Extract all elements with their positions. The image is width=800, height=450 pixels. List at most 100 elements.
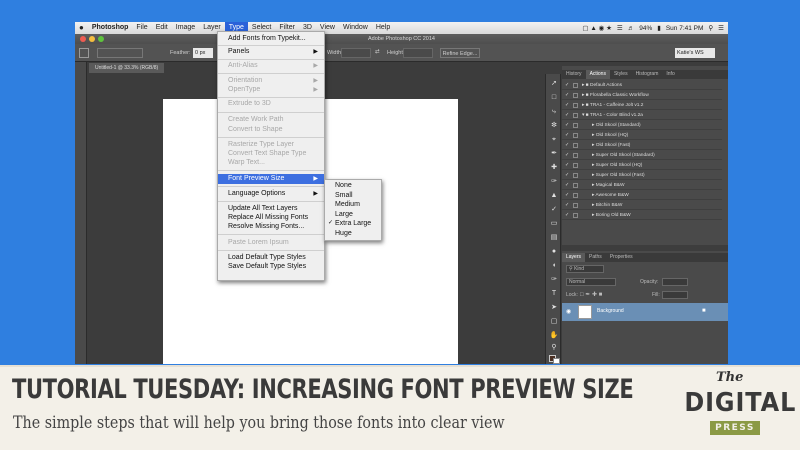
fill-input[interactable] xyxy=(662,291,688,299)
tab-layers[interactable]: Layers xyxy=(562,253,586,262)
blend-mode-select[interactable]: Normal xyxy=(566,278,616,286)
workspace-switcher[interactable]: Katie's WS xyxy=(675,48,715,58)
background-color-swatch[interactable] xyxy=(553,358,560,364)
left-tool-panel xyxy=(75,62,87,364)
action-row[interactable]: ✓ ▸ ■ Default Actions xyxy=(562,81,722,90)
layer-filter-kind[interactable]: ⚲ Kind xyxy=(566,265,604,273)
type-tool-icon[interactable]: T xyxy=(549,290,559,298)
minimize-window-button[interactable] xyxy=(89,36,95,42)
path-select-tool-icon[interactable]: ➤ xyxy=(549,304,559,312)
tab-actions[interactable]: Actions xyxy=(585,70,610,79)
tab-info[interactable]: Info xyxy=(662,70,678,79)
action-row[interactable]: ✓ ▸ ■ Florabella Classic Workflow xyxy=(562,91,722,100)
width-input[interactable] xyxy=(341,48,371,58)
move-tool-icon[interactable]: ➚ xyxy=(549,80,559,88)
tab-histogram[interactable]: Histogram xyxy=(632,70,663,79)
menu-edit[interactable]: Edit xyxy=(152,22,172,34)
action-row[interactable]: ✓ ▸ Magical B&W xyxy=(562,181,722,190)
close-window-button[interactable] xyxy=(80,36,86,42)
action-row[interactable]: ✓ ▸ Old Skool (HQ) xyxy=(562,131,722,140)
tab-paths[interactable]: Paths xyxy=(585,253,606,262)
action-row[interactable]: ✓ ▸ Super Old Skool (Fast) xyxy=(562,171,722,180)
marquee-tool-preset-icon[interactable] xyxy=(79,48,89,58)
lock-icons[interactable]: □ ✒ ✚ ■ xyxy=(580,291,602,298)
mac-menubar: ● Photoshop File Edit Image Layer Type S… xyxy=(75,22,728,34)
opacity-input[interactable] xyxy=(662,278,688,286)
menu-item-extrude-3d: Extrude to 3D xyxy=(228,100,271,107)
gradient-tool-icon[interactable]: ▤ xyxy=(549,234,559,242)
menu-item-save-type-styles[interactable]: Save Default Type Styles xyxy=(218,262,324,272)
menu-item-opentype: OpenType ▶ xyxy=(228,86,318,93)
visibility-eye-icon[interactable]: ◉ xyxy=(566,308,571,315)
swap-dimensions-icon[interactable]: ⇄ xyxy=(375,49,380,55)
action-row[interactable]: ✓ ▸ Old Skool (Fast) xyxy=(562,141,722,150)
blur-tool-icon[interactable]: ● xyxy=(549,248,559,256)
status-icons[interactable]: ▢ ▲ ◉ ★ xyxy=(582,24,612,32)
selection-mode-icons[interactable] xyxy=(97,48,143,58)
tab-history[interactable]: History xyxy=(562,70,586,79)
submenu-item-none[interactable]: None xyxy=(325,181,381,191)
action-row[interactable]: ✓ ▸ Super Old Skool (HQ) xyxy=(562,161,722,170)
zoom-window-button[interactable] xyxy=(98,36,104,42)
action-row[interactable]: ✓ ▸ Old Skool (Standard) xyxy=(562,121,722,130)
submenu-item-small[interactable]: Small xyxy=(325,191,381,201)
action-row[interactable]: ✓ ▸ Awesome B&W xyxy=(562,191,722,200)
layer-row-background[interactable]: ◉ Background ■ xyxy=(562,303,728,321)
stamp-tool-icon[interactable]: ▲ xyxy=(549,192,559,200)
action-row[interactable]: ✓ ▸ Boring Old B&W xyxy=(562,211,722,220)
volume-icon[interactable]: ♬ xyxy=(628,25,635,32)
crop-tool-icon[interactable]: ⌖ xyxy=(549,136,559,144)
menu-image[interactable]: Image xyxy=(172,22,199,34)
pen-tool-icon[interactable]: ✑ xyxy=(549,276,559,284)
action-row[interactable]: ✓ ▸ Super Old Skool (Standard) xyxy=(562,151,722,160)
menu-item-font-preview-size[interactable]: Font Preview Size ▶ xyxy=(218,174,324,184)
action-row[interactable]: ✓ ▸ ■ TRA1 - Caffeine Jolt v1.2 xyxy=(562,101,722,110)
submenu-item-large[interactable]: Large xyxy=(325,210,381,220)
history-brush-tool-icon[interactable]: ✓ xyxy=(549,206,559,214)
menu-window[interactable]: Window xyxy=(339,22,372,34)
wifi-icon[interactable]: ☰ xyxy=(617,24,623,32)
menu-item-convert-to-shape: Convert to Shape xyxy=(228,126,283,133)
submenu-item-medium[interactable]: Medium xyxy=(325,200,381,210)
menu-app-name[interactable]: Photoshop xyxy=(88,22,133,34)
menu-help[interactable]: Help xyxy=(372,22,394,34)
options-bar: Feather: 0 px Width: ⇄ Height: Refine Ed… xyxy=(75,44,728,62)
menu-item-language-options[interactable]: Language Options ▶ xyxy=(218,189,324,199)
hand-tool-icon[interactable]: ✋ xyxy=(549,332,559,340)
action-row[interactable]: ✓ ▾ ■ TRA1 - Color Blind v1.2a xyxy=(562,111,722,120)
search-icon[interactable]: ⚲ xyxy=(708,24,713,32)
notifications-icon[interactable]: ☰ xyxy=(718,24,724,32)
tab-properties[interactable]: Properties xyxy=(606,253,637,262)
submenu-item-extra-large[interactable]: ✓ Extra Large xyxy=(325,219,381,229)
menubar-clock[interactable]: Sun 7:41 PM xyxy=(666,25,704,32)
document-tab[interactable]: Untitled-1 @ 33.3% (RGB/8) xyxy=(89,63,165,73)
eraser-tool-icon[interactable]: ▭ xyxy=(549,220,559,228)
dodge-tool-icon[interactable]: ◖ xyxy=(549,262,559,270)
quick-select-tool-icon[interactable]: ✼ xyxy=(549,122,559,130)
layer-name: Background xyxy=(597,308,624,314)
healing-tool-icon[interactable]: ✚ xyxy=(549,164,559,172)
zoom-tool-icon[interactable]: ⚲ xyxy=(549,344,559,352)
feather-input[interactable]: 0 px xyxy=(193,48,213,58)
lasso-tool-icon[interactable]: ⤷ xyxy=(549,108,559,116)
menu-item-resolve-missing-fonts[interactable]: Resolve Missing Fonts... xyxy=(218,222,324,232)
shape-tool-icon[interactable]: ▢ xyxy=(549,318,559,326)
submenu-item-huge[interactable]: Huge xyxy=(325,229,381,239)
brush-tool-icon[interactable]: ✑ xyxy=(549,178,559,186)
tab-styles[interactable]: Styles xyxy=(610,70,632,79)
submenu-arrow-icon: ▶ xyxy=(313,176,318,182)
window-title: Adobe Photoshop CC 2014 xyxy=(75,34,728,44)
refine-edge-button[interactable]: Refine Edge... xyxy=(440,48,480,58)
marquee-tool-icon[interactable]: □ xyxy=(549,94,559,102)
logo-press-badge: PRESS xyxy=(710,421,760,435)
eyedropper-tool-icon[interactable]: ✒ xyxy=(549,150,559,158)
apple-icon[interactable]: ● xyxy=(75,22,88,34)
submenu-arrow-icon: ▶ xyxy=(313,191,318,197)
menu-file[interactable]: File xyxy=(132,22,151,34)
height-input[interactable] xyxy=(403,48,433,58)
menu-item-add-fonts[interactable]: Add Fonts from Typekit... xyxy=(218,34,324,44)
action-row[interactable]: ✓ ▸ Bitchin B&W xyxy=(562,201,722,210)
battery-percent[interactable]: 94% xyxy=(639,25,652,32)
menu-item-panels[interactable]: Panels ▶ xyxy=(218,47,324,57)
submenu-arrow-icon: ▶ xyxy=(313,49,318,55)
